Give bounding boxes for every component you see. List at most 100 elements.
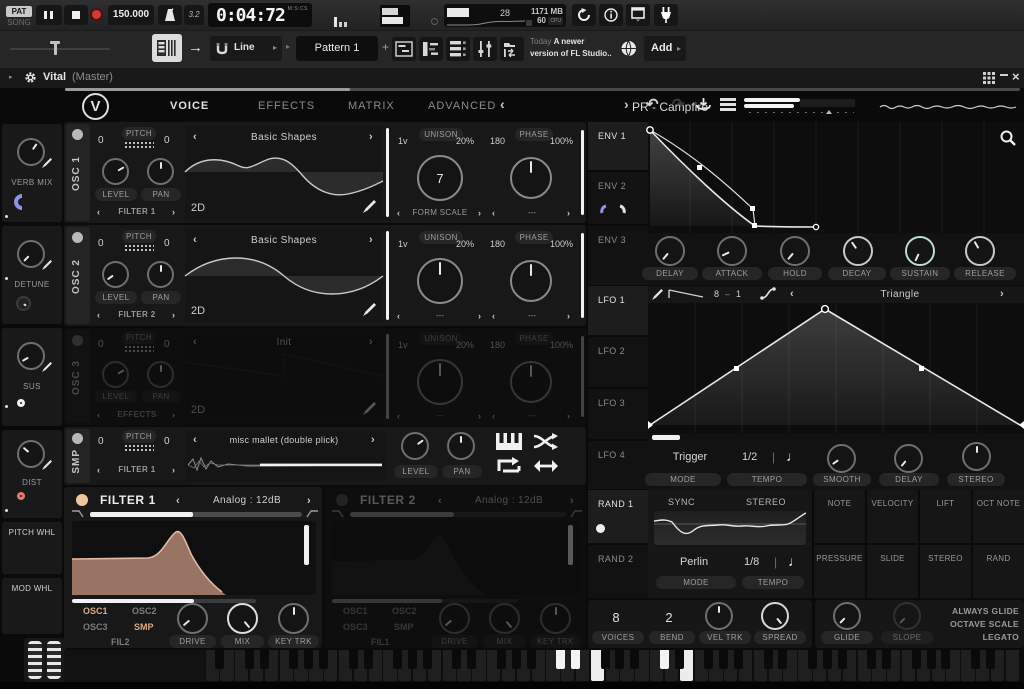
env-sustain-knob[interactable] [905, 236, 935, 266]
piano-key-black[interactable] [423, 650, 432, 669]
env-delay-knob[interactable] [655, 236, 685, 266]
smp-pan-knob[interactable] [447, 432, 475, 460]
filter2-input-fil1[interactable]: FIL1 [371, 637, 390, 647]
filter1-type-prev[interactable]: ‹ [176, 496, 180, 507]
envelope-display[interactable] [648, 122, 1024, 233]
smp-tune[interactable]: 0 [164, 436, 170, 447]
piano-key-black[interactable] [675, 650, 684, 669]
piano-key-black[interactable] [556, 650, 565, 669]
plugin-expand-arrow[interactable]: ▸ [9, 73, 13, 81]
osc2-phase-rand[interactable]: 100% [550, 239, 573, 249]
osc2-wavetable-name[interactable]: Basic Shapes [205, 235, 363, 246]
tab-lfo1[interactable]: LFO 1 [588, 286, 648, 335]
sample-name[interactable]: misc mallet (double plick) [203, 435, 365, 445]
active-window-button[interactable] [152, 34, 182, 62]
pitch-wheel-panel[interactable]: PITCH WHL [2, 522, 62, 574]
volume-slider-handle[interactable] [54, 41, 57, 55]
filter1-input-osc1[interactable]: OSC1 [83, 606, 108, 616]
osc3-phase-mode-prev[interactable]: ‹ [492, 411, 495, 422]
osc2-transpose[interactable]: 0 [98, 238, 104, 249]
osc3-routing-prev[interactable]: ‹ [97, 410, 100, 421]
mod-wheel-panel[interactable]: MOD WHL [2, 578, 62, 634]
piano-key-black[interactable] [467, 650, 476, 669]
smp-routing-next[interactable]: › [172, 465, 175, 476]
news-ticker[interactable]: Today A newer version of FL Studio.. [530, 36, 618, 62]
osc1-tune[interactable]: 0 [164, 135, 170, 146]
piano-key-black[interactable] [497, 650, 506, 669]
piano-key-black[interactable] [408, 650, 417, 669]
mod-source-octnote[interactable]: OCT NOTE [973, 490, 1024, 543]
osc3-wavetable-name[interactable]: Init [205, 337, 363, 348]
osc1-unison-mode-prev[interactable]: ‹ [397, 208, 400, 219]
osc3-right-scrollbar[interactable] [581, 336, 584, 417]
osc1-pan-knob[interactable] [147, 158, 174, 185]
osc1-level-knob[interactable] [102, 158, 129, 185]
osc3-unison-voices[interactable]: 1v [398, 340, 408, 350]
osc1-right-scrollbar[interactable] [581, 130, 584, 215]
piano-key-black[interactable] [571, 650, 580, 669]
tab-rand1[interactable]: RAND 1 [588, 490, 648, 543]
lfo-smooth-icon[interactable] [760, 287, 776, 300]
wavetable-prev[interactable]: ‹ [193, 235, 197, 246]
osc2-tune[interactable]: 0 [164, 238, 170, 249]
env-hold-knob[interactable] [780, 236, 810, 266]
osc2-phase-knob[interactable] [510, 260, 552, 302]
osc1-view-mode[interactable]: 2D [191, 202, 205, 214]
filter1-mix-knob[interactable] [227, 603, 258, 634]
lfo-delay-knob[interactable] [894, 444, 923, 473]
lfo-rate-numerator[interactable]: 8 [714, 289, 719, 299]
rand-tempo-pill[interactable]: TEMPO [742, 576, 804, 589]
wavetable-prev[interactable]: ‹ [193, 337, 197, 348]
master-volume-slider[interactable] [744, 97, 859, 115]
mod-source-velocity[interactable]: VELOCITY [867, 490, 918, 543]
piano-key-black[interactable] [971, 650, 980, 669]
mod-source-rand[interactable]: RAND [973, 545, 1024, 598]
lfo-tempo-value[interactable]: 1/2 [742, 451, 757, 463]
osc3-unison-mode-next[interactable]: › [478, 411, 481, 422]
playlist-button[interactable] [392, 37, 416, 61]
piano-key-black[interactable] [838, 650, 847, 669]
filter2-resonance-slider[interactable] [568, 525, 573, 565]
redo-button[interactable]: ↷ [672, 95, 685, 113]
piano-key-black[interactable] [512, 650, 521, 669]
macro2-knob[interactable] [17, 240, 45, 268]
osc1-wavetable-display[interactable]: ‹ Basic Shapes › 2D [185, 126, 383, 219]
env-attack-knob[interactable] [717, 236, 747, 266]
piano-key-white[interactable] [1006, 650, 1019, 681]
env-decay-knob[interactable] [843, 236, 873, 266]
lfo-shape-curve[interactable] [648, 303, 1024, 433]
filter1-resonance-slider[interactable] [304, 525, 309, 565]
stop-button[interactable] [64, 5, 88, 25]
piano-key-black[interactable] [882, 650, 891, 669]
voices-pill[interactable]: VOICES [592, 631, 644, 644]
osc3-phase-rand[interactable]: 100% [550, 340, 573, 350]
osc3-routing[interactable]: EFFECTS [108, 410, 166, 419]
filter1-type-next[interactable]: › [307, 496, 311, 507]
lfo-phase-slider[interactable] [652, 435, 680, 440]
filter2-keytrk-knob[interactable] [540, 603, 571, 634]
random-display[interactable] [654, 511, 806, 545]
envelope-curve[interactable] [648, 122, 1024, 233]
add-button[interactable]: Add ▸ [644, 36, 686, 61]
filter2-mix-knob[interactable] [489, 603, 520, 634]
osc2-level-knob[interactable] [102, 261, 129, 288]
sample-display[interactable]: ‹ misc mallet (double plick) › [185, 430, 385, 482]
wavetable-scrollbar[interactable] [386, 231, 389, 320]
voice-option-octave-scale[interactable]: OCTAVE SCALE [933, 619, 1019, 629]
filter1-type[interactable]: Analog : 12dB [192, 495, 302, 506]
osc2-view-mode[interactable]: 2D [191, 305, 205, 317]
piano-key-black[interactable] [319, 650, 328, 669]
loop-icon[interactable] [496, 457, 522, 475]
mini-keyboard-icon[interactable] [124, 444, 154, 451]
global-snap-button[interactable]: 3.2 [184, 5, 204, 25]
piano-key-black[interactable] [660, 650, 669, 669]
pencil-icon[interactable] [652, 289, 663, 300]
lfo-slope-icon[interactable] [668, 289, 704, 299]
osc2-routing[interactable]: FILTER 2 [108, 310, 166, 319]
osc1-transpose[interactable]: 0 [98, 135, 104, 146]
macro3-knob[interactable] [17, 342, 45, 370]
piano-key-black[interactable] [778, 650, 787, 669]
mod-source-pressure[interactable]: PRESSURE [814, 545, 865, 598]
piano-key-black[interactable] [304, 650, 313, 669]
piano-key-black[interactable] [704, 650, 713, 669]
